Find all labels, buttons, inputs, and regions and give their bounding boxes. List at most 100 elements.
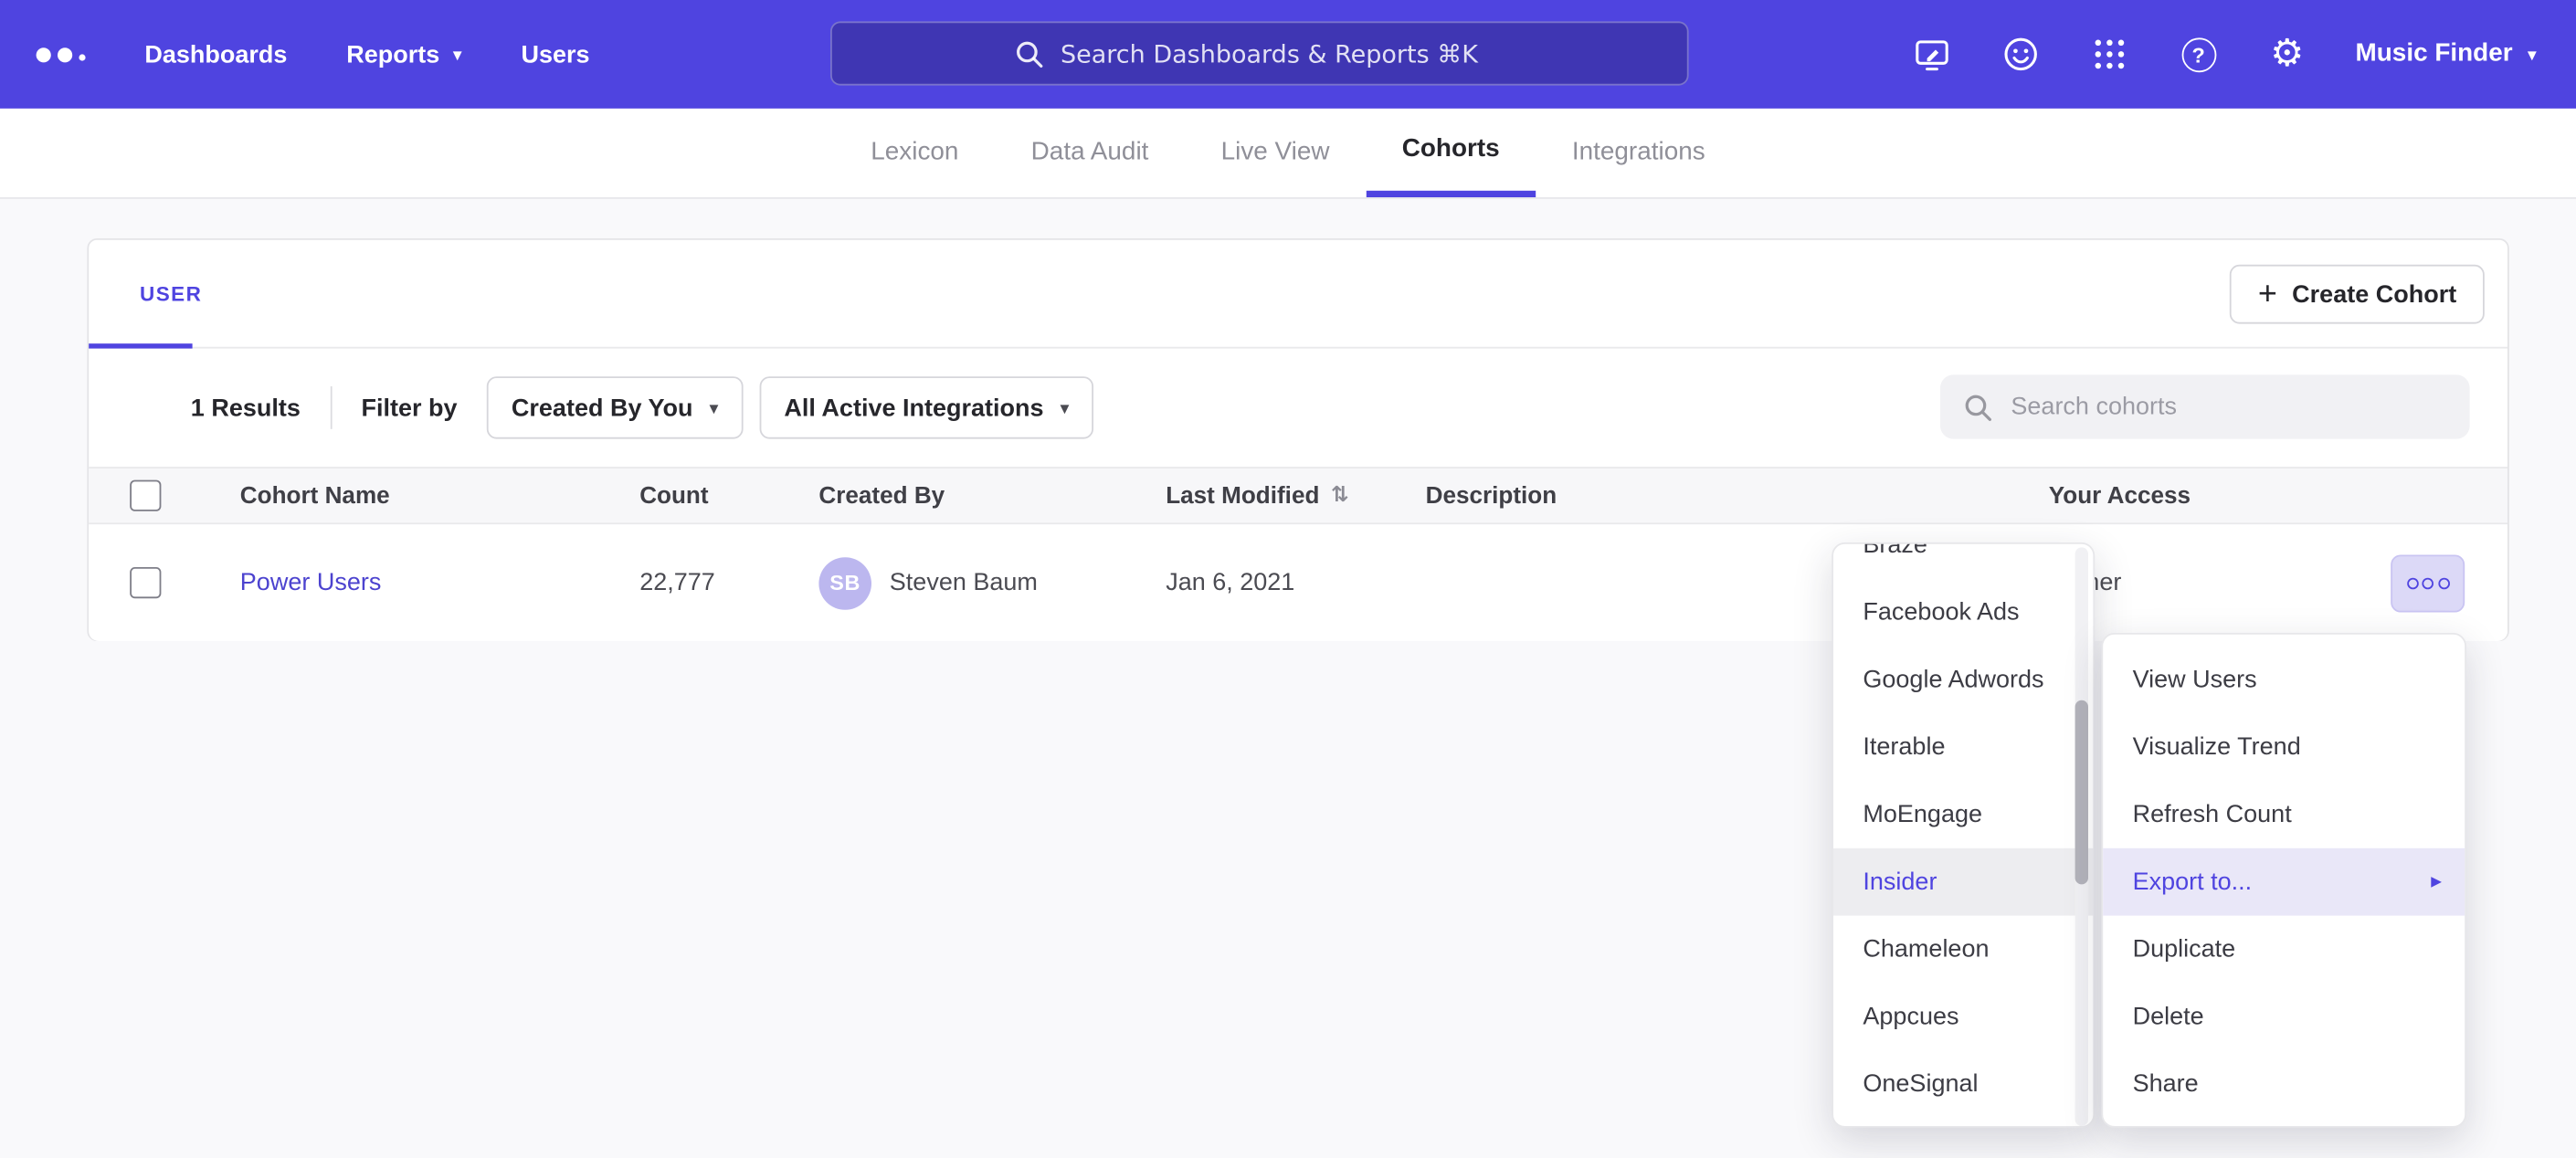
header-label: Last Modified <box>1166 482 1319 509</box>
export-option-facebook-ads[interactable]: Facebook Ads <box>1833 579 2093 647</box>
screenshot-viewport: Dashboards Reports ▾ Users <box>0 0 2576 1158</box>
global-search-bar[interactable] <box>830 21 1689 85</box>
export-option-braze[interactable]: Braze <box>1833 542 2093 579</box>
nav-item-label: Dashboards <box>144 40 287 68</box>
feedback-icon[interactable] <box>2001 34 2042 75</box>
cohort-search-bar[interactable] <box>1940 374 2470 438</box>
cohort-type-tabs: USER + Create Cohort <box>89 240 2507 349</box>
help-icon[interactable]: ? <box>2178 34 2219 75</box>
tab-lexicon[interactable]: Lexicon <box>835 109 995 197</box>
header-label: Created By <box>818 482 945 509</box>
monitor-pencil-glyph <box>1912 35 1951 74</box>
ellipsis-dot-icon <box>2438 577 2450 589</box>
row-actions-button[interactable] <box>2391 554 2465 612</box>
header-count[interactable]: Count <box>639 482 818 509</box>
ellipsis-dot-icon <box>2422 577 2433 589</box>
table-row[interactable]: Power Users 22,777 SB Steven Baum Jan 6,… <box>89 524 2507 641</box>
row-context-menu: View Users Visualize Trend Refresh Count… <box>2101 633 2466 1128</box>
header-created-by[interactable]: Created By <box>818 482 1166 509</box>
export-option-onesignal[interactable]: OneSignal <box>1833 1050 2093 1118</box>
export-option-iterable[interactable]: Iterable <box>1833 713 2093 781</box>
submenu-arrow-icon: ▸ <box>2431 869 2442 894</box>
last-modified-value: Jan 6, 2021 <box>1166 569 1294 597</box>
tab-user-cohorts[interactable]: USER <box>89 282 202 305</box>
app-logo[interactable] <box>37 47 86 61</box>
apps-grid-icon[interactable] <box>2089 34 2130 75</box>
grid-dots-glyph <box>2090 35 2129 74</box>
export-option-insider[interactable]: Insider <box>1833 848 2093 916</box>
chevron-down-icon: ▾ <box>1060 399 1069 417</box>
smiley-glyph <box>2001 35 2041 74</box>
export-option-moengage[interactable]: MoEngage <box>1833 781 2093 848</box>
tab-label: Data Audit <box>1031 138 1149 167</box>
divider <box>330 386 332 429</box>
nav-item-dashboards[interactable]: Dashboards <box>144 40 287 68</box>
menu-scrollbar-track[interactable] <box>2075 547 2088 1126</box>
ellipsis-dot-icon <box>2406 577 2418 589</box>
project-switcher[interactable]: Music Finder ▾ <box>2356 39 2537 68</box>
logo-dot-icon <box>58 47 72 61</box>
tab-label: Cohorts <box>1402 135 1500 164</box>
create-cohort-button[interactable]: + Create Cohort <box>2230 265 2484 324</box>
project-name: Music Finder <box>2356 39 2513 68</box>
menu-scrollbar-thumb[interactable] <box>2075 700 2088 885</box>
tab-cohorts[interactable]: Cohorts <box>1366 109 1536 197</box>
filter-integrations-dropdown[interactable]: All Active Integrations ▾ <box>759 376 1093 438</box>
header-cohort-name[interactable]: Cohort Name <box>240 482 639 509</box>
nav-item-users[interactable]: Users <box>521 40 589 68</box>
logo-dot-icon <box>37 47 51 61</box>
export-option-google-adwords[interactable]: Google Adwords <box>1833 646 2093 713</box>
menu-item-delete[interactable]: Delete <box>2103 983 2465 1050</box>
export-option-chameleon[interactable]: Chameleon <box>1833 916 2093 984</box>
sort-icon[interactable]: ⇅ <box>1331 483 1349 508</box>
tab-label: Integrations <box>1572 138 1705 167</box>
filter-created-by-dropdown[interactable]: Created By You ▾ <box>487 376 744 438</box>
tab-label: Live View <box>1221 138 1330 167</box>
logo-dot-icon <box>79 54 85 60</box>
menu-item-refresh-count[interactable]: Refresh Count <box>2103 781 2465 848</box>
export-destinations-menu: Braze Facebook Ads Google Adwords Iterab… <box>1832 542 2095 1128</box>
menu-item-export-to[interactable]: Export to... ▸ <box>2103 848 2465 916</box>
filter-toolbar: 1 Results Filter by Created By You ▾ All… <box>89 349 2507 468</box>
header-your-access[interactable]: Your Access <box>2049 482 2507 509</box>
gear-glyph: ⚙ <box>2270 36 2304 73</box>
export-destinations-list: Braze Facebook Ads Google Adwords Iterab… <box>1833 542 2093 1118</box>
global-search-input[interactable] <box>1061 38 1504 68</box>
export-option-appcues[interactable]: Appcues <box>1833 983 2093 1050</box>
filter-label: All Active Integrations <box>784 394 1043 422</box>
question-mark-text: ? <box>2191 42 2204 67</box>
nav-item-reports[interactable]: Reports ▾ <box>346 40 461 68</box>
chevron-down-icon: ▾ <box>709 399 718 417</box>
created-by-name: Steven Baum <box>890 569 1038 597</box>
settings-gear-icon[interactable]: ⚙ <box>2266 34 2307 75</box>
menu-item-view-users[interactable]: View Users <box>2103 646 2465 713</box>
create-cohort-label: Create Cohort <box>2292 280 2456 309</box>
header-last-modified[interactable]: Last Modified ⇅ <box>1166 482 1425 509</box>
question-mark-glyph: ? <box>2181 37 2216 72</box>
tab-integrations[interactable]: Integrations <box>1536 109 1741 197</box>
cohort-count-cell: 22,777 <box>639 569 818 597</box>
nav-item-label: Users <box>521 40 589 68</box>
header-description[interactable]: Description <box>1426 482 2049 509</box>
plus-icon: + <box>2258 278 2277 311</box>
avatar: SB <box>818 556 871 609</box>
tab-data-audit[interactable]: Data Audit <box>995 109 1185 197</box>
select-all-checkbox[interactable] <box>130 480 161 511</box>
cohort-search-input[interactable] <box>2011 393 2422 421</box>
nav-item-label: Reports <box>346 40 439 68</box>
table-header-row: Cohort Name Count Created By Last Modifi… <box>89 467 2507 524</box>
search-icon <box>1963 392 1992 421</box>
results-count: 1 Results <box>191 394 301 422</box>
top-nav-bar: Dashboards Reports ▾ Users <box>0 0 2576 109</box>
menu-item-share[interactable]: Share <box>2103 1050 2465 1118</box>
tab-live-view[interactable]: Live View <box>1185 109 1366 197</box>
tab-label: Lexicon <box>871 138 958 167</box>
chevron-down-icon: ▾ <box>2528 46 2537 64</box>
menu-item-visualize-trend[interactable]: Visualize Trend <box>2103 713 2465 781</box>
row-checkbox[interactable] <box>130 567 161 598</box>
data-management-icon[interactable] <box>1912 34 1953 75</box>
filter-label: Created By You <box>512 394 693 422</box>
menu-item-duplicate[interactable]: Duplicate <box>2103 916 2465 984</box>
cohort-name-link[interactable]: Power Users <box>240 569 382 597</box>
chevron-down-icon: ▾ <box>453 46 462 64</box>
